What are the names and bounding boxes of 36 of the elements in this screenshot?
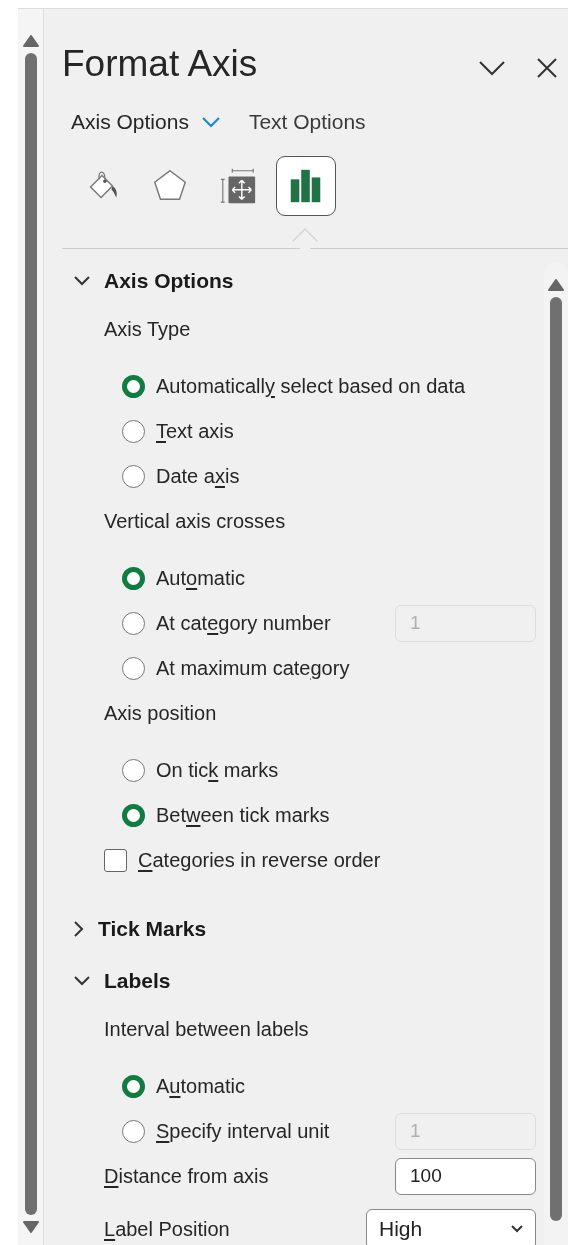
group-label: Vertical axis crosses [104, 509, 286, 534]
section-header[interactable]: Axis Options [44, 254, 538, 307]
section-header[interactable]: Labels [44, 954, 538, 1007]
number-field[interactable]: 100 [395, 1157, 536, 1195]
dropdown[interactable]: High [366, 1209, 536, 1245]
checkbox-option[interactable]: Categories in reverse order [104, 845, 381, 875]
caret-icon [511, 1225, 523, 1233]
scrollbar-thumb[interactable] [550, 296, 562, 1221]
radio-option[interactable]: Text axis [122, 416, 234, 446]
chevron-right-icon [74, 920, 84, 937]
scroll-down-icon[interactable] [22, 1221, 39, 1233]
section-header[interactable]: Tick Marks [44, 902, 538, 955]
panel-title: Format Axis [62, 45, 258, 82]
scroll-up-icon[interactable] [22, 35, 39, 47]
radio-option[interactable]: Date axis [122, 461, 240, 491]
scrollbar-thumb[interactable] [24, 53, 37, 1215]
group-label: Axis Type [104, 317, 191, 342]
radio-option[interactable]: On tick marks [122, 755, 279, 785]
field-label: Distance from axis [104, 1164, 269, 1189]
chevron-down-icon [74, 275, 90, 286]
tab[interactable]: Axis Options [71, 106, 221, 138]
chevron-down-icon[interactable] [478, 60, 506, 76]
field-label: Label Position [104, 1217, 230, 1242]
radio-option[interactable]: Specify interval unit [122, 1116, 330, 1146]
scroll-up-icon[interactable] [548, 278, 564, 291]
tab[interactable]: Text Options [248, 106, 366, 138]
group-label: Interval between labels [104, 1017, 309, 1042]
chevron-down-icon [74, 975, 90, 986]
radio-option[interactable]: At maximum category [122, 653, 350, 683]
radio-option[interactable]: Automatic [122, 1071, 245, 1101]
radio-option[interactable]: Automatic [122, 563, 245, 593]
radio-option[interactable]: Between tick marks [122, 800, 330, 830]
group-label: Axis position [104, 701, 217, 726]
close-icon[interactable] [536, 57, 558, 79]
radio-option[interactable]: Automatically select based on data [122, 371, 466, 401]
radio-option[interactable]: At category number [122, 608, 331, 638]
